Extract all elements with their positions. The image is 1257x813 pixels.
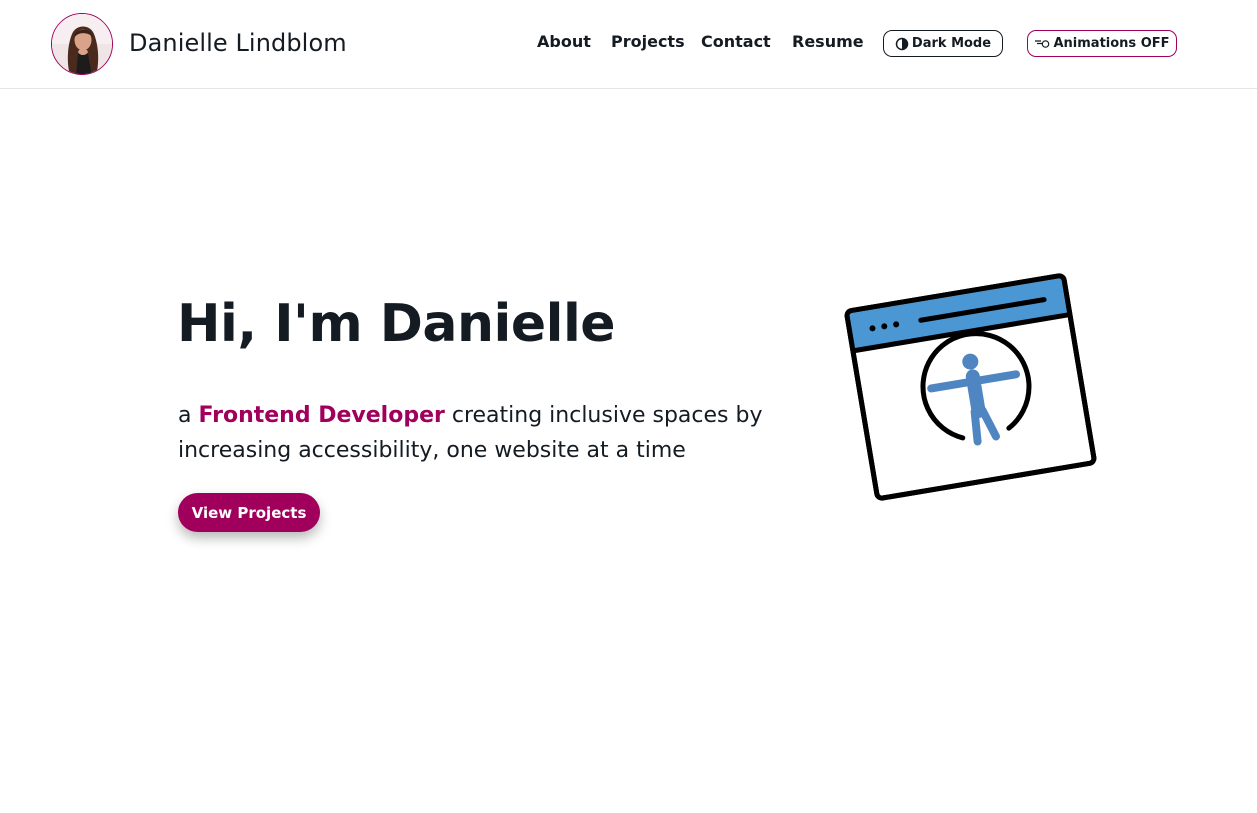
- animations-toggle[interactable]: Animations OFF: [1027, 30, 1177, 57]
- accessibility-browser-icon: [844, 273, 1097, 501]
- hero-title: Hi, I'm Danielle: [177, 294, 616, 354]
- hero-subtitle-prefix: a: [178, 403, 199, 428]
- nav-link-projects[interactable]: Projects: [611, 32, 685, 52]
- contrast-icon: [895, 37, 909, 50]
- dark-mode-toggle[interactable]: Dark Mode: [883, 30, 1003, 57]
- nav-link-contact[interactable]: Contact: [701, 32, 771, 52]
- site-name[interactable]: Danielle Lindblom: [129, 27, 347, 59]
- animations-label: Animations OFF: [1053, 36, 1170, 51]
- avatar[interactable]: [51, 13, 113, 75]
- avatar-photo: [52, 14, 112, 74]
- hero-subtitle-accent: Frontend Developer: [198, 403, 445, 428]
- nav-link-about[interactable]: About: [537, 32, 591, 52]
- dark-mode-label: Dark Mode: [911, 36, 992, 51]
- view-projects-button[interactable]: View Projects: [178, 493, 320, 532]
- hero-subtitle: a Frontend Developer creating inclusive …: [178, 398, 818, 468]
- site-header: Danielle Lindblom About Projects Contact…: [0, 0, 1257, 89]
- animation-icon: [1035, 39, 1050, 48]
- nav-link-resume[interactable]: Resume: [792, 32, 864, 52]
